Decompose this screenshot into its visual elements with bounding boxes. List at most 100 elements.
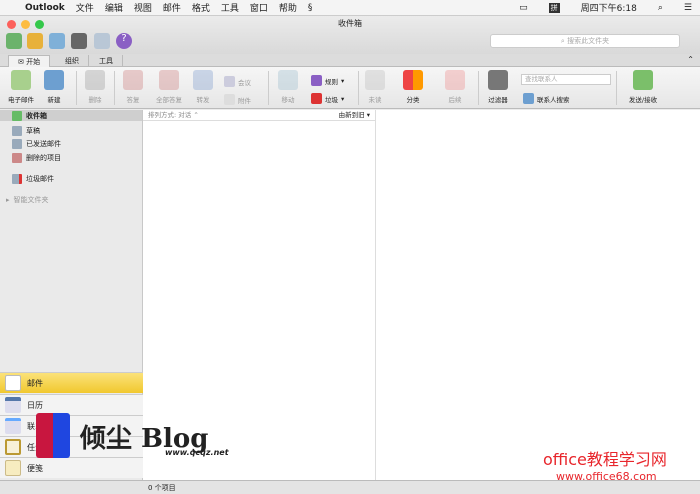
reply-all-button[interactable]: 全部答复 xyxy=(152,70,186,104)
watermark-site: office教程学习网 xyxy=(543,450,667,469)
meeting-icon xyxy=(224,76,235,87)
label: 转发 xyxy=(196,96,210,104)
unread-button[interactable]: 未读 xyxy=(362,70,388,104)
help-icon[interactable]: ? xyxy=(116,33,132,49)
folder-drafts[interactable]: 草稿 xyxy=(12,125,40,137)
menu-edit[interactable]: 编辑 xyxy=(105,1,123,14)
categorize-icon xyxy=(403,70,423,90)
notification-icon[interactable]: ☰ xyxy=(684,3,692,13)
categorize-button[interactable]: 分类 xyxy=(398,70,428,104)
display-icon[interactable]: ▭ xyxy=(519,3,528,13)
notes-icon xyxy=(5,460,21,476)
contacts-icon xyxy=(5,418,21,434)
menu-format[interactable]: 格式 xyxy=(192,1,210,14)
label: 邮件 xyxy=(27,378,43,388)
filter-icon xyxy=(488,70,508,90)
calendar-icon xyxy=(5,397,21,413)
rules-button[interactable]: 规则 ▾ xyxy=(311,75,344,86)
clock[interactable]: 周四下午6:18 xyxy=(581,1,637,14)
meeting-button[interactable]: 会议 xyxy=(224,76,251,87)
reply-button[interactable]: 答复 xyxy=(120,70,146,104)
junk-icon xyxy=(311,93,322,104)
delete-button[interactable]: 删除 xyxy=(82,70,108,104)
label: 收件箱 xyxy=(26,112,47,120)
menu-window[interactable]: 窗口 xyxy=(250,1,268,14)
toolbar-icon[interactable] xyxy=(94,33,110,49)
ribbon-tabs: ✉ 开始 组织 工具 ⌃ xyxy=(0,54,700,67)
search-input[interactable]: ⌕ 搜索此文件夹 xyxy=(490,34,680,48)
script-icon[interactable]: § xyxy=(308,3,313,13)
folder-junk[interactable]: 垃圾邮件 xyxy=(12,173,54,185)
folder-deleted[interactable]: 删除的项目 xyxy=(12,152,61,164)
nav-calendar[interactable]: 日历 xyxy=(0,394,143,415)
label: 过滤器 xyxy=(488,96,508,104)
disclosure-triangle-icon[interactable]: ▸ xyxy=(6,196,10,204)
new-icon xyxy=(44,70,64,90)
print-icon[interactable] xyxy=(71,33,87,49)
contact-search-button[interactable]: 联系人搜索 xyxy=(523,93,570,104)
window-title: 收件箱 xyxy=(338,19,362,28)
sort-by-dropdown[interactable]: 排列方式: 对话 ⌃ xyxy=(148,110,199,120)
undo-icon[interactable] xyxy=(27,33,43,49)
ime-icon[interactable]: 拼 xyxy=(548,2,560,13)
label: 联系人搜索 xyxy=(537,95,570,104)
menu-help[interactable]: 帮助 xyxy=(279,1,297,14)
menu-app[interactable]: Outlook xyxy=(25,3,65,13)
sort-order-dropdown[interactable]: 由新到旧 ▾ xyxy=(339,110,370,120)
folder-sent[interactable]: 已发送邮件 xyxy=(12,138,61,150)
folder-inbox[interactable]: 收件箱 xyxy=(12,110,47,122)
divider xyxy=(114,71,115,105)
item-count: 0 个项目 xyxy=(148,484,176,492)
label: 新建 xyxy=(47,96,61,104)
attachment-button[interactable]: 附件 xyxy=(224,94,251,105)
nav-notes[interactable]: 便笺 xyxy=(0,457,143,478)
tab-organize[interactable]: 组织 xyxy=(56,55,89,67)
menu-mail[interactable]: 邮件 xyxy=(163,1,181,14)
label: 移动 xyxy=(281,96,295,104)
folder-smart[interactable]: ▸ 智能文件夹 xyxy=(6,194,49,206)
deleted-icon xyxy=(12,153,22,163)
forward-button[interactable]: 转发 xyxy=(190,70,216,104)
tab-home[interactable]: ✉ 开始 xyxy=(8,55,51,67)
label: 全部答复 xyxy=(156,96,182,104)
label: 电子邮件 xyxy=(8,96,34,104)
menu-file[interactable]: 文件 xyxy=(76,1,94,14)
divider xyxy=(616,71,617,105)
send-receive-icon[interactable] xyxy=(6,33,22,49)
label: 发送/接收 xyxy=(628,96,658,104)
nav-mail[interactable]: 邮件 xyxy=(0,372,143,393)
redo-icon[interactable] xyxy=(49,33,65,49)
junk-folder-icon xyxy=(12,174,22,184)
label: 垃圾邮件 xyxy=(26,175,54,183)
watermark-blog-url: www.qcqz.net xyxy=(165,448,229,457)
contact-icon xyxy=(523,93,534,104)
new-email-button[interactable]: 电子邮件 xyxy=(6,70,36,104)
spotlight-icon[interactable]: ⌕ xyxy=(658,3,663,13)
send-receive-button[interactable]: 发送/接收 xyxy=(624,70,662,104)
label: 删除 xyxy=(88,96,102,104)
follow-up-button[interactable]: 后续 xyxy=(441,70,469,104)
forward-icon xyxy=(193,70,213,90)
watermark-site-url: www.office68.com xyxy=(556,470,657,483)
new-button[interactable]: 新建 xyxy=(40,70,68,104)
label: 便笺 xyxy=(27,463,43,473)
unread-icon xyxy=(365,70,385,90)
menu-view[interactable]: 视图 xyxy=(134,1,152,14)
collapse-ribbon-icon[interactable]: ⌃ xyxy=(687,55,694,64)
move-button[interactable]: 移动 xyxy=(274,70,302,104)
flag-icon xyxy=(445,70,465,90)
label: 附件 xyxy=(238,96,251,105)
reply-icon xyxy=(123,70,143,90)
reading-pane xyxy=(376,110,700,480)
label: 答复 xyxy=(126,96,140,104)
send-receive-icon xyxy=(633,70,653,90)
tab-tools[interactable]: 工具 xyxy=(90,55,123,67)
menu-tools[interactable]: 工具 xyxy=(221,1,239,14)
attachment-icon xyxy=(224,94,235,105)
label: 后续 xyxy=(448,96,462,104)
junk-button[interactable]: 垃圾 ▾ xyxy=(311,93,344,104)
filter-button[interactable]: 过滤器 xyxy=(483,70,513,104)
find-contact-input[interactable]: 查找联系人 xyxy=(521,74,611,85)
mail-icon xyxy=(5,375,21,391)
divider xyxy=(478,71,479,105)
